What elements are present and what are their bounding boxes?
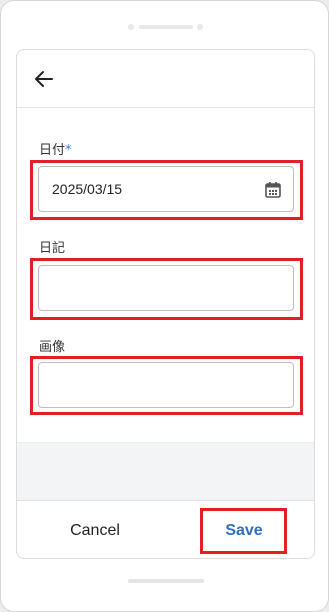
required-mark: * [65,143,72,158]
action-bar: Cancel Save [17,500,314,558]
save-button[interactable]: Save [207,513,281,549]
image-label: 画像 [39,340,66,355]
diary-field[interactable] [38,265,294,311]
diary-form: 日付* 2025/03/15 日記 画像 [17,109,314,442]
back-button[interactable] [29,64,59,94]
app-screen: 日付* 2025/03/15 日記 画像 Cancel Save [16,49,315,559]
cancel-button[interactable]: Cancel [45,513,145,549]
image-field[interactable] [38,362,294,408]
date-label-text: 日付 [39,143,66,158]
date-field[interactable]: 2025/03/15 [38,166,294,212]
calendar-icon[interactable] [264,181,282,199]
app-bar [17,50,314,108]
sensor-dot [197,24,203,30]
arrow-left-icon [35,71,53,87]
empty-content-area [17,442,314,500]
date-value: 2025/03/15 [52,181,123,197]
speaker-grille [139,25,193,29]
camera-dot [128,24,134,30]
date-label: 日付* [39,139,72,158]
home-indicator [128,579,204,583]
diary-label: 日記 [39,241,66,256]
phone-frame: 日付* 2025/03/15 日記 画像 Cancel Save [0,0,329,612]
